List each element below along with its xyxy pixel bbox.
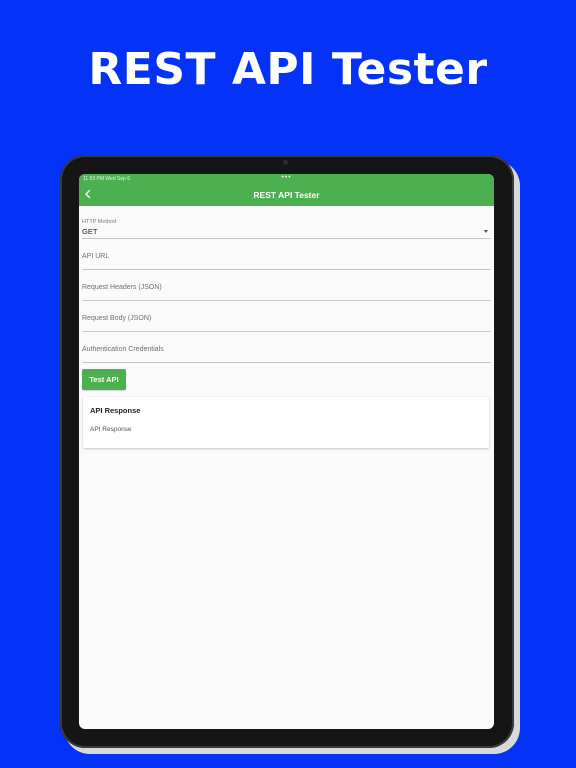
app-screen: 11:53 PM Wed Sep 6 ••• REST API Tester H… xyxy=(79,174,494,729)
request-body-placeholder: Request Body (JSON) xyxy=(82,315,152,322)
request-body-input[interactable]: Request Body (JSON) xyxy=(82,301,491,332)
api-response-title: API Response xyxy=(90,406,141,415)
http-method-select[interactable]: HTTP Method GET xyxy=(82,208,491,239)
status-bar: 11:53 PM Wed Sep 6 ••• xyxy=(83,174,490,183)
test-api-button[interactable]: Test API xyxy=(82,369,126,390)
http-method-value: GET xyxy=(82,227,98,236)
api-response-card: API Response API Response xyxy=(83,397,489,448)
auth-credentials-input[interactable]: Authentication Credentials xyxy=(82,332,491,363)
request-headers-placeholder: Request Headers (JSON) xyxy=(82,284,162,291)
auth-credentials-placeholder: Authentication Credentials xyxy=(82,346,164,353)
dropdown-arrow-icon[interactable] xyxy=(484,230,488,233)
request-headers-input[interactable]: Request Headers (JSON) xyxy=(82,270,491,301)
api-url-placeholder: API URL xyxy=(82,253,110,260)
api-response-body: API Response xyxy=(90,426,132,433)
api-url-input[interactable]: API URL xyxy=(82,239,491,270)
http-method-label: HTTP Method xyxy=(82,219,117,225)
multitask-dots-icon[interactable]: ••• xyxy=(281,174,291,181)
status-time: 11:53 PM Wed Sep 6 xyxy=(83,176,131,182)
camera-dot xyxy=(283,160,288,165)
promo-title: REST API Tester xyxy=(88,44,488,95)
app-bar-title: REST API Tester xyxy=(253,190,320,200)
app-bar: 11:53 PM Wed Sep 6 ••• REST API Tester xyxy=(79,174,494,206)
